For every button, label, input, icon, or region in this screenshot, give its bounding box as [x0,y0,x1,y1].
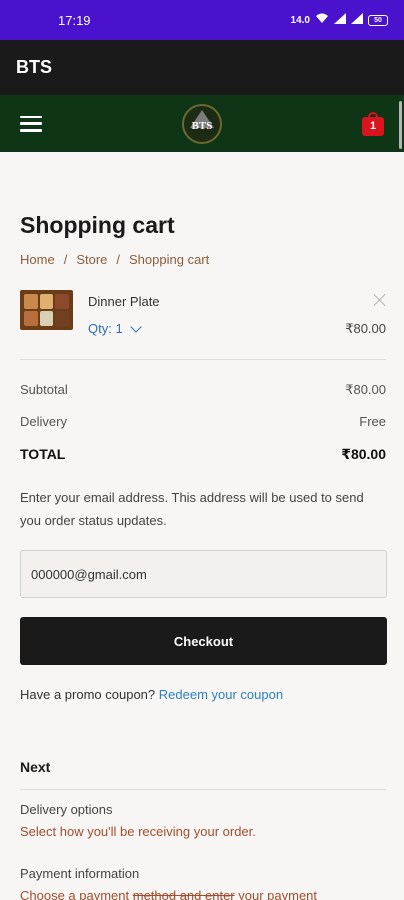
breadcrumb-separator: / [116,252,121,267]
divider [20,789,386,790]
email-field[interactable] [20,550,387,598]
delivery-label: Delivery [20,414,67,429]
quantity-selector[interactable]: Qty: 1 [88,320,142,336]
total-label: TOTAL [20,446,66,462]
product-thumbnail[interactable] [20,290,73,330]
menu-icon[interactable] [20,115,42,132]
page-title: Shopping cart [20,212,175,238]
next-heading: Next [20,759,51,775]
signal-icon [334,13,346,27]
remove-item-icon[interactable] [373,293,387,307]
cart-icon[interactable]: 1 [362,111,384,136]
quantity-label: Qty: 1 [88,321,123,336]
status-bar: 17:19 14.0 50 [0,0,404,40]
breadcrumb-store[interactable]: Store [76,252,107,267]
email-note: Enter your email address. This address w… [20,490,364,528]
product-price: ₹80.00 [345,321,386,336]
promo-text: Have a promo coupon? [20,687,156,702]
signal-icon-2 [351,13,363,27]
subtotal-label: Subtotal [20,382,68,397]
site-header: BTS 1 [0,95,404,152]
payment-info-desc: Choose a payment method and enter your p… [20,888,318,900]
checkout-button[interactable]: Checkout [20,617,387,665]
breadcrumb: Home / Store / Shopping cart [20,252,209,267]
app-title: BTS [16,57,52,77]
delivery-options-desc: Select how you'll be receiving your orde… [20,824,256,839]
payment-info-title: Payment information [20,866,140,881]
site-logo[interactable]: BTS [182,103,222,144]
delivery-options-title: Delivery options [20,802,113,817]
promo-coupon: Have a promo coupon? Redeem your coupon [20,687,283,702]
breadcrumb-current: Shopping cart [129,252,210,267]
breadcrumb-home[interactable]: Home [20,252,55,267]
wifi-icon [315,13,329,27]
divider [20,359,386,360]
subtotal-value: ₹80.00 [345,382,386,397]
breadcrumb-separator: / [63,252,68,267]
logo-text: BTS [191,119,213,132]
product-name[interactable]: Dinner Plate [88,294,160,309]
redeem-coupon-link[interactable]: Redeem your coupon [159,687,283,702]
network-speed: 14.0 [290,14,310,26]
delivery-value: Free [359,414,386,429]
status-time: 17:19 [58,12,91,28]
status-icons: 14.0 50 [291,13,388,27]
chevron-down-icon [130,320,142,333]
cart-count-badge: 1 [362,116,384,136]
app-bar: BTS [0,40,404,95]
total-value: ₹80.00 [341,446,386,462]
battery-icon: 50 [368,14,388,26]
scrollbar-thumb[interactable] [399,101,402,149]
